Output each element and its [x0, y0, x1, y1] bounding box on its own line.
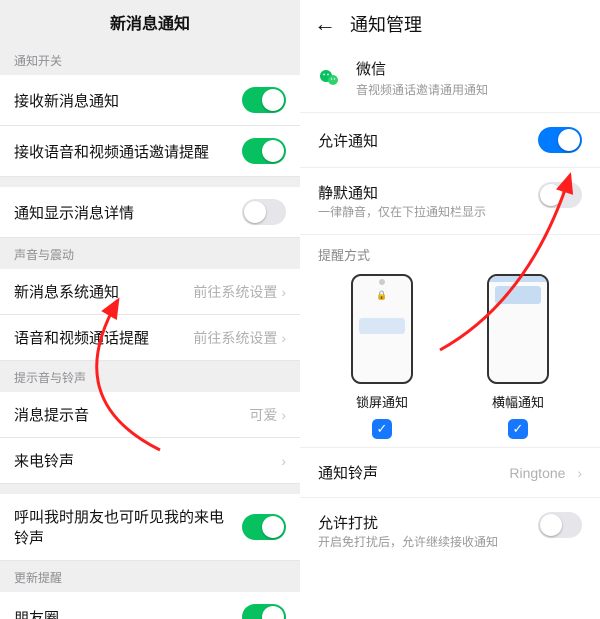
toggle-allow-notify[interactable]	[538, 127, 582, 153]
lock-icon: 🔒	[376, 290, 387, 301]
toggle-friend-hear[interactable]	[242, 514, 286, 540]
section-ring: 提示音与铃声	[0, 361, 300, 392]
row-ringtone[interactable]: 来电铃声 ›	[0, 438, 300, 484]
row-msg-tone-val: 可爱	[249, 405, 277, 425]
preview-lockscreen[interactable]: 🔒 锁屏通知 ✓	[351, 274, 413, 439]
toggle-silent[interactable]	[538, 182, 582, 208]
section-sound: 声音与震动	[0, 238, 300, 269]
section-remind: 提醒方式	[300, 235, 600, 268]
row-allow-label: 允许通知	[318, 130, 378, 151]
chevron-right-icon: ›	[281, 453, 286, 469]
row-receive-msg-label: 接收新消息通知	[14, 90, 119, 111]
row-ringtone-label: 来电铃声	[14, 450, 74, 471]
row-silent-label: 静默通知	[318, 182, 486, 203]
toggle-show-detail[interactable]	[242, 199, 286, 225]
preview-banner[interactable]: 横幅通知 ✓	[487, 274, 549, 439]
app-sub: 音视频通话邀请通用通知	[356, 81, 488, 98]
row-call-remind[interactable]: 语音和视频通话提醒 前往系统设置›	[0, 315, 300, 361]
row-sys-notify-label: 新消息系统通知	[14, 281, 119, 302]
preview-lockscreen-label: 锁屏通知	[356, 392, 408, 411]
row-show-detail-label: 通知显示消息详情	[14, 202, 134, 223]
row-notify-ring-label: 通知铃声	[318, 462, 378, 483]
row-sys-notify-val: 前往系统设置	[193, 282, 277, 302]
row-notify-ring-val: Ringtone	[509, 465, 565, 481]
wechat-icon	[316, 64, 344, 92]
row-dnd[interactable]: 允许打扰 开启免打扰后，允许继续接收通知	[300, 498, 600, 564]
left-pane: 新消息通知 通知开关 接收新消息通知 接收语音和视频通话邀请提醒 通知显示消息详…	[0, 0, 300, 619]
app-info: 微信 音视频通话邀请通用通知	[300, 48, 600, 112]
toggle-dnd[interactable]	[538, 512, 582, 538]
row-receive-msg[interactable]: 接收新消息通知	[0, 75, 300, 126]
toggle-moments[interactable]	[242, 604, 286, 619]
chevron-right-icon: ›	[281, 284, 286, 300]
chevron-right-icon: ›	[577, 465, 582, 481]
row-receive-call[interactable]: 接收语音和视频通话邀请提醒	[0, 126, 300, 177]
back-icon[interactable]: ←	[314, 13, 336, 35]
row-moments-label: 朋友圈	[14, 607, 59, 619]
right-pane: ← 通知管理 微信 音视频通话邀请通用通知 允许通知 静默通知 一律静音，仅在下…	[300, 0, 600, 619]
row-silent[interactable]: 静默通知 一律静音，仅在下拉通知栏显示	[300, 168, 600, 234]
row-allow-notify[interactable]: 允许通知	[300, 113, 600, 167]
row-silent-sub: 一律静音，仅在下拉通知栏显示	[318, 203, 486, 220]
left-title: 新消息通知	[0, 0, 300, 44]
row-dnd-label: 允许打扰	[318, 512, 498, 533]
row-notify-ring[interactable]: 通知铃声 Ringtone ›	[300, 448, 600, 497]
row-moments[interactable]: 朋友圈	[0, 592, 300, 619]
row-friend-hear[interactable]: 呼叫我时朋友也可听见我的来电铃声	[0, 494, 300, 561]
phone-banner	[487, 274, 549, 384]
right-header: ← 通知管理	[300, 0, 600, 48]
right-title: 通知管理	[350, 11, 422, 37]
check-banner[interactable]: ✓	[508, 419, 528, 439]
check-lockscreen[interactable]: ✓	[372, 419, 392, 439]
chevron-right-icon: ›	[281, 330, 286, 346]
toggle-receive-call[interactable]	[242, 138, 286, 164]
chevron-right-icon: ›	[281, 407, 286, 423]
phone-lockscreen: 🔒	[351, 274, 413, 384]
app-name: 微信	[356, 58, 488, 79]
row-msg-tone[interactable]: 消息提示音 可爱›	[0, 392, 300, 438]
section-switch: 通知开关	[0, 44, 300, 75]
row-friend-hear-label: 呼叫我时朋友也可听见我的来电铃声	[14, 506, 234, 548]
row-call-remind-val: 前往系统设置	[193, 328, 277, 348]
row-call-remind-label: 语音和视频通话提醒	[14, 327, 149, 348]
toggle-receive-msg[interactable]	[242, 87, 286, 113]
row-dnd-sub: 开启免打扰后，允许继续接收通知	[318, 533, 498, 550]
row-sys-notify[interactable]: 新消息系统通知 前往系统设置›	[0, 269, 300, 315]
row-msg-tone-label: 消息提示音	[14, 404, 89, 425]
preview-banner-label: 横幅通知	[492, 392, 544, 411]
section-update: 更新提醒	[0, 561, 300, 592]
row-show-detail[interactable]: 通知显示消息详情	[0, 187, 300, 238]
row-receive-call-label: 接收语音和视频通话邀请提醒	[14, 141, 209, 162]
remind-previews: 🔒 锁屏通知 ✓ 横幅通知 ✓	[300, 268, 600, 447]
